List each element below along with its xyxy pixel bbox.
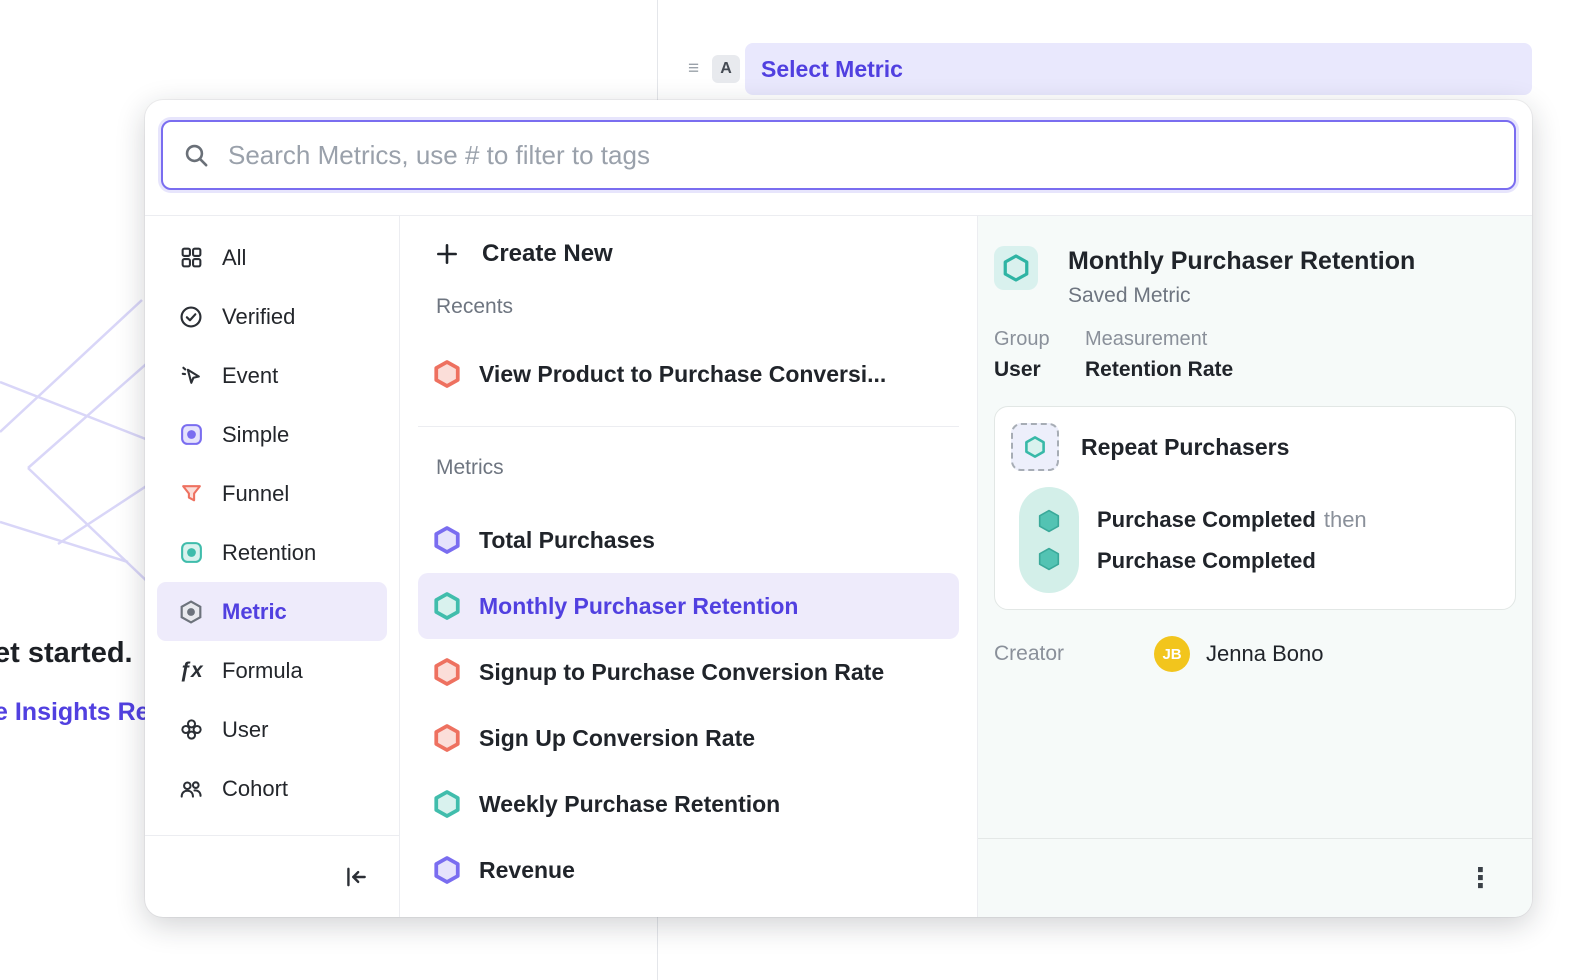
step1-event: Purchase Completed xyxy=(1097,507,1316,532)
sidebar-item-label: Simple xyxy=(222,422,289,448)
measurement-value: Retention Rate xyxy=(1085,358,1233,382)
partial-heading: et started. xyxy=(0,637,133,670)
metric-row[interactable]: Signup to Purchase Conversion Rate xyxy=(418,639,959,705)
metric-picker-modal: All Verified xyxy=(145,100,1532,917)
sidebar-item-label: Funnel xyxy=(222,481,289,507)
plus-icon xyxy=(434,241,460,267)
metric-hexagon-icon xyxy=(432,855,462,885)
sidebar-item-all[interactable]: All xyxy=(157,228,387,287)
funnel-hexagon-icon xyxy=(432,359,462,389)
metric-row[interactable]: Total Purchases xyxy=(418,507,959,573)
metric-row[interactable]: Sign Up Conversion Rate xyxy=(418,705,959,771)
creator-row: Creator JB Jenna Bono xyxy=(994,634,1516,674)
block-type-badge[interactable]: A xyxy=(712,55,740,83)
verified-icon xyxy=(177,303,205,331)
sidebar-item-formula[interactable]: ƒx Formula xyxy=(157,641,387,700)
sidebar-item-simple[interactable]: Simple xyxy=(157,405,387,464)
sidebar-item-metric[interactable]: Metric xyxy=(157,582,387,641)
creator-name: Jenna Bono xyxy=(1206,641,1323,667)
metric-row-selected[interactable]: Monthly Purchaser Retention xyxy=(418,573,959,639)
search-icon xyxy=(183,142,210,169)
search-input[interactable] xyxy=(228,140,1494,171)
creator-avatar: JB xyxy=(1154,636,1190,672)
metric-hexagon-icon xyxy=(432,525,462,555)
list-divider xyxy=(418,426,959,427)
preview-meta: Group User Measurement Retention Rate xyxy=(994,328,1516,382)
retention-steps-capsule xyxy=(1019,487,1079,593)
partial-insights-link[interactable]: e Insights Re xyxy=(0,698,150,727)
step-hexagon-icon xyxy=(1036,546,1062,572)
recent-metric-row[interactable]: View Product to Purchase Conversi... xyxy=(418,342,959,406)
sidebar-item-label: Cohort xyxy=(222,776,288,802)
sidebar-item-label: Metric xyxy=(222,599,287,625)
sidebar-item-label: Event xyxy=(222,363,278,389)
select-metric-label: Select Metric xyxy=(761,56,903,83)
preview-subtitle: Saved Metric xyxy=(1068,284,1415,308)
retention-icon xyxy=(177,539,205,567)
recents-heading: Recents xyxy=(418,294,959,320)
preview-footer: ⋮ xyxy=(978,838,1532,917)
retention-steps: Purchase Completed then Purchase Complete… xyxy=(1097,499,1367,581)
sidebar-footer xyxy=(145,835,399,917)
metric-row[interactable]: Revenue xyxy=(418,837,959,903)
formula-icon: ƒx xyxy=(177,657,205,685)
modal-columns: All Verified xyxy=(145,215,1532,917)
card-title: Repeat Purchasers xyxy=(1081,434,1289,461)
sidebar-item-label: User xyxy=(222,717,268,743)
preview-title: Monthly Purchaser Retention xyxy=(1068,246,1415,276)
metric-type-icon xyxy=(994,246,1038,290)
more-options-button[interactable]: ⋮ xyxy=(1467,865,1494,892)
sidebar-item-label: Verified xyxy=(222,304,295,330)
step2-event: Purchase Completed xyxy=(1097,540,1367,581)
user-flower-icon xyxy=(177,716,205,744)
cohort-people-icon xyxy=(177,775,205,803)
metric-preview-panel: Monthly Purchaser Retention Saved Metric… xyxy=(978,216,1532,917)
creator-label: Creator xyxy=(994,642,1064,666)
retention-hexagon-icon xyxy=(432,591,462,621)
sidebar-item-label: All xyxy=(222,245,246,271)
recent-metric-label: View Product to Purchase Conversi... xyxy=(479,361,886,388)
collapse-sidebar-button[interactable] xyxy=(339,860,373,894)
sidebar-item-label: Formula xyxy=(222,658,303,684)
grid-icon xyxy=(177,244,205,272)
sidebar-item-event[interactable]: Event xyxy=(157,346,387,405)
step1-connector: then xyxy=(1324,507,1367,532)
create-new-button[interactable]: Create New xyxy=(418,226,959,282)
metric-list-column: Create New Recents View Product to Purch… xyxy=(400,216,978,917)
sidebar-item-verified[interactable]: Verified xyxy=(157,287,387,346)
metric-row[interactable]: Weekly Purchase Retention xyxy=(418,771,959,837)
filter-sidebar: All Verified xyxy=(145,216,400,917)
funnel-icon xyxy=(177,480,205,508)
step-hexagon-icon xyxy=(1036,508,1062,534)
group-label: Group xyxy=(994,328,1085,351)
funnel-hexagon-icon xyxy=(432,657,462,687)
select-metric-field[interactable]: Select Metric xyxy=(745,43,1532,95)
retention-hexagon-icon xyxy=(432,789,462,819)
search-box[interactable] xyxy=(161,120,1516,190)
sidebar-item-label: Retention xyxy=(222,540,316,566)
screen: et started. e Insights Re ≡ A Select Met… xyxy=(0,0,1576,980)
sidebar-item-cohort[interactable]: Cohort xyxy=(157,759,387,818)
metric-hexagon-icon xyxy=(177,598,205,626)
search-area xyxy=(145,100,1532,215)
funnel-hexagon-icon xyxy=(432,723,462,753)
metrics-heading: Metrics xyxy=(418,455,959,481)
group-value: User xyxy=(994,358,1085,382)
simple-icon xyxy=(177,421,205,449)
cohort-definition-icon xyxy=(1011,423,1059,471)
event-cursor-icon xyxy=(177,362,205,390)
metric-definition-card: Repeat Purchasers xyxy=(994,406,1516,610)
measurement-label: Measurement xyxy=(1085,328,1233,351)
sidebar-item-user[interactable]: User xyxy=(157,700,387,759)
drag-handle-icon[interactable]: ≡ xyxy=(688,58,699,80)
sidebar-item-retention[interactable]: Retention xyxy=(157,523,387,582)
sidebar-item-funnel[interactable]: Funnel xyxy=(157,464,387,523)
collapse-icon xyxy=(343,864,369,890)
